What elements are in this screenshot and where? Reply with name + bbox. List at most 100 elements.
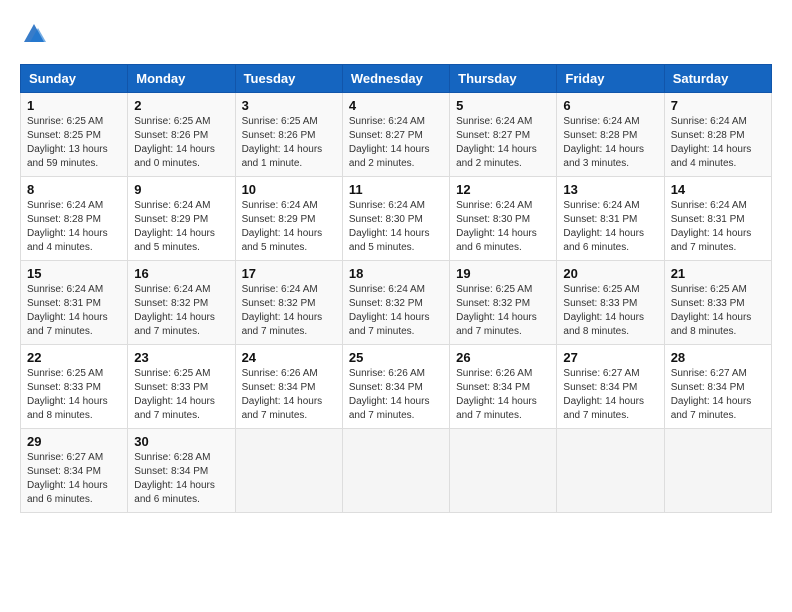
day-number: 28 [671, 350, 765, 365]
calendar-cell: 25 Sunrise: 6:26 AMSunset: 8:34 PMDaylig… [342, 345, 449, 429]
day-number: 25 [349, 350, 443, 365]
day-number: 11 [349, 182, 443, 197]
day-info: Sunrise: 6:27 AMSunset: 8:34 PMDaylight:… [563, 367, 657, 423]
day-info: Sunrise: 6:24 AMSunset: 8:32 PMDaylight:… [242, 283, 336, 339]
day-number: 4 [349, 98, 443, 113]
day-number: 27 [563, 350, 657, 365]
day-info: Sunrise: 6:24 AMSunset: 8:32 PMDaylight:… [349, 283, 443, 339]
day-number: 22 [27, 350, 121, 365]
calendar-cell: 8 Sunrise: 6:24 AMSunset: 8:28 PMDayligh… [21, 177, 128, 261]
day-info: Sunrise: 6:24 AMSunset: 8:28 PMDaylight:… [563, 115, 657, 171]
calendar-cell: 12 Sunrise: 6:24 AMSunset: 8:30 PMDaylig… [450, 177, 557, 261]
calendar-cell: 14 Sunrise: 6:24 AMSunset: 8:31 PMDaylig… [664, 177, 771, 261]
day-info: Sunrise: 6:24 AMSunset: 8:30 PMDaylight:… [456, 199, 550, 255]
logo-icon [20, 20, 48, 48]
day-number: 16 [134, 266, 228, 281]
weekday-header-tuesday: Tuesday [235, 65, 342, 93]
calendar-cell: 27 Sunrise: 6:27 AMSunset: 8:34 PMDaylig… [557, 345, 664, 429]
calendar-cell: 10 Sunrise: 6:24 AMSunset: 8:29 PMDaylig… [235, 177, 342, 261]
calendar-cell: 5 Sunrise: 6:24 AMSunset: 8:27 PMDayligh… [450, 93, 557, 177]
day-number: 15 [27, 266, 121, 281]
calendar-cell: 17 Sunrise: 6:24 AMSunset: 8:32 PMDaylig… [235, 261, 342, 345]
calendar-cell: 6 Sunrise: 6:24 AMSunset: 8:28 PMDayligh… [557, 93, 664, 177]
day-number: 2 [134, 98, 228, 113]
day-number: 30 [134, 434, 228, 449]
day-info: Sunrise: 6:26 AMSunset: 8:34 PMDaylight:… [456, 367, 550, 423]
day-number: 6 [563, 98, 657, 113]
day-number: 5 [456, 98, 550, 113]
day-info: Sunrise: 6:25 AMSunset: 8:32 PMDaylight:… [456, 283, 550, 339]
day-number: 17 [242, 266, 336, 281]
day-info: Sunrise: 6:25 AMSunset: 8:26 PMDaylight:… [242, 115, 336, 171]
day-info: Sunrise: 6:24 AMSunset: 8:28 PMDaylight:… [27, 199, 121, 255]
calendar-week-row: 22 Sunrise: 6:25 AMSunset: 8:33 PMDaylig… [21, 345, 772, 429]
calendar-cell: 2 Sunrise: 6:25 AMSunset: 8:26 PMDayligh… [128, 93, 235, 177]
day-info: Sunrise: 6:24 AMSunset: 8:31 PMDaylight:… [563, 199, 657, 255]
day-info: Sunrise: 6:25 AMSunset: 8:25 PMDaylight:… [27, 115, 121, 171]
calendar-cell [450, 429, 557, 513]
day-info: Sunrise: 6:24 AMSunset: 8:31 PMDaylight:… [671, 199, 765, 255]
weekday-header-saturday: Saturday [664, 65, 771, 93]
weekday-header-monday: Monday [128, 65, 235, 93]
day-info: Sunrise: 6:24 AMSunset: 8:27 PMDaylight:… [349, 115, 443, 171]
day-number: 14 [671, 182, 765, 197]
day-info: Sunrise: 6:24 AMSunset: 8:29 PMDaylight:… [242, 199, 336, 255]
calendar-cell: 18 Sunrise: 6:24 AMSunset: 8:32 PMDaylig… [342, 261, 449, 345]
day-info: Sunrise: 6:28 AMSunset: 8:34 PMDaylight:… [134, 451, 228, 507]
day-number: 20 [563, 266, 657, 281]
weekday-header-friday: Friday [557, 65, 664, 93]
day-info: Sunrise: 6:24 AMSunset: 8:32 PMDaylight:… [134, 283, 228, 339]
calendar-cell [342, 429, 449, 513]
calendar-cell: 26 Sunrise: 6:26 AMSunset: 8:34 PMDaylig… [450, 345, 557, 429]
calendar-cell: 23 Sunrise: 6:25 AMSunset: 8:33 PMDaylig… [128, 345, 235, 429]
day-number: 24 [242, 350, 336, 365]
calendar-header-row: SundayMondayTuesdayWednesdayThursdayFrid… [21, 65, 772, 93]
calendar-week-row: 8 Sunrise: 6:24 AMSunset: 8:28 PMDayligh… [21, 177, 772, 261]
day-info: Sunrise: 6:26 AMSunset: 8:34 PMDaylight:… [242, 367, 336, 423]
day-info: Sunrise: 6:26 AMSunset: 8:34 PMDaylight:… [349, 367, 443, 423]
day-number: 29 [27, 434, 121, 449]
day-number: 19 [456, 266, 550, 281]
calendar-cell: 20 Sunrise: 6:25 AMSunset: 8:33 PMDaylig… [557, 261, 664, 345]
day-info: Sunrise: 6:27 AMSunset: 8:34 PMDaylight:… [671, 367, 765, 423]
day-number: 1 [27, 98, 121, 113]
day-number: 12 [456, 182, 550, 197]
calendar-cell: 7 Sunrise: 6:24 AMSunset: 8:28 PMDayligh… [664, 93, 771, 177]
day-info: Sunrise: 6:24 AMSunset: 8:30 PMDaylight:… [349, 199, 443, 255]
calendar-cell: 19 Sunrise: 6:25 AMSunset: 8:32 PMDaylig… [450, 261, 557, 345]
calendar-week-row: 29 Sunrise: 6:27 AMSunset: 8:34 PMDaylig… [21, 429, 772, 513]
calendar-table: SundayMondayTuesdayWednesdayThursdayFrid… [20, 64, 772, 513]
calendar-cell: 15 Sunrise: 6:24 AMSunset: 8:31 PMDaylig… [21, 261, 128, 345]
calendar-cell: 16 Sunrise: 6:24 AMSunset: 8:32 PMDaylig… [128, 261, 235, 345]
calendar-week-row: 15 Sunrise: 6:24 AMSunset: 8:31 PMDaylig… [21, 261, 772, 345]
logo [20, 20, 52, 48]
calendar-cell: 4 Sunrise: 6:24 AMSunset: 8:27 PMDayligh… [342, 93, 449, 177]
day-number: 18 [349, 266, 443, 281]
day-number: 9 [134, 182, 228, 197]
day-number: 21 [671, 266, 765, 281]
calendar-cell: 13 Sunrise: 6:24 AMSunset: 8:31 PMDaylig… [557, 177, 664, 261]
day-number: 13 [563, 182, 657, 197]
day-info: Sunrise: 6:24 AMSunset: 8:29 PMDaylight:… [134, 199, 228, 255]
day-info: Sunrise: 6:25 AMSunset: 8:33 PMDaylight:… [27, 367, 121, 423]
calendar-cell: 11 Sunrise: 6:24 AMSunset: 8:30 PMDaylig… [342, 177, 449, 261]
day-info: Sunrise: 6:24 AMSunset: 8:31 PMDaylight:… [27, 283, 121, 339]
day-number: 3 [242, 98, 336, 113]
calendar-cell [664, 429, 771, 513]
day-number: 26 [456, 350, 550, 365]
calendar-cell: 28 Sunrise: 6:27 AMSunset: 8:34 PMDaylig… [664, 345, 771, 429]
calendar-cell [557, 429, 664, 513]
day-info: Sunrise: 6:25 AMSunset: 8:33 PMDaylight:… [134, 367, 228, 423]
day-info: Sunrise: 6:25 AMSunset: 8:33 PMDaylight:… [563, 283, 657, 339]
calendar-cell: 1 Sunrise: 6:25 AMSunset: 8:25 PMDayligh… [21, 93, 128, 177]
day-number: 7 [671, 98, 765, 113]
calendar-cell: 22 Sunrise: 6:25 AMSunset: 8:33 PMDaylig… [21, 345, 128, 429]
weekday-header-thursday: Thursday [450, 65, 557, 93]
day-info: Sunrise: 6:27 AMSunset: 8:34 PMDaylight:… [27, 451, 121, 507]
weekday-header-sunday: Sunday [21, 65, 128, 93]
weekday-header-wednesday: Wednesday [342, 65, 449, 93]
calendar-cell: 24 Sunrise: 6:26 AMSunset: 8:34 PMDaylig… [235, 345, 342, 429]
day-info: Sunrise: 6:25 AMSunset: 8:33 PMDaylight:… [671, 283, 765, 339]
calendar-week-row: 1 Sunrise: 6:25 AMSunset: 8:25 PMDayligh… [21, 93, 772, 177]
calendar-cell: 29 Sunrise: 6:27 AMSunset: 8:34 PMDaylig… [21, 429, 128, 513]
